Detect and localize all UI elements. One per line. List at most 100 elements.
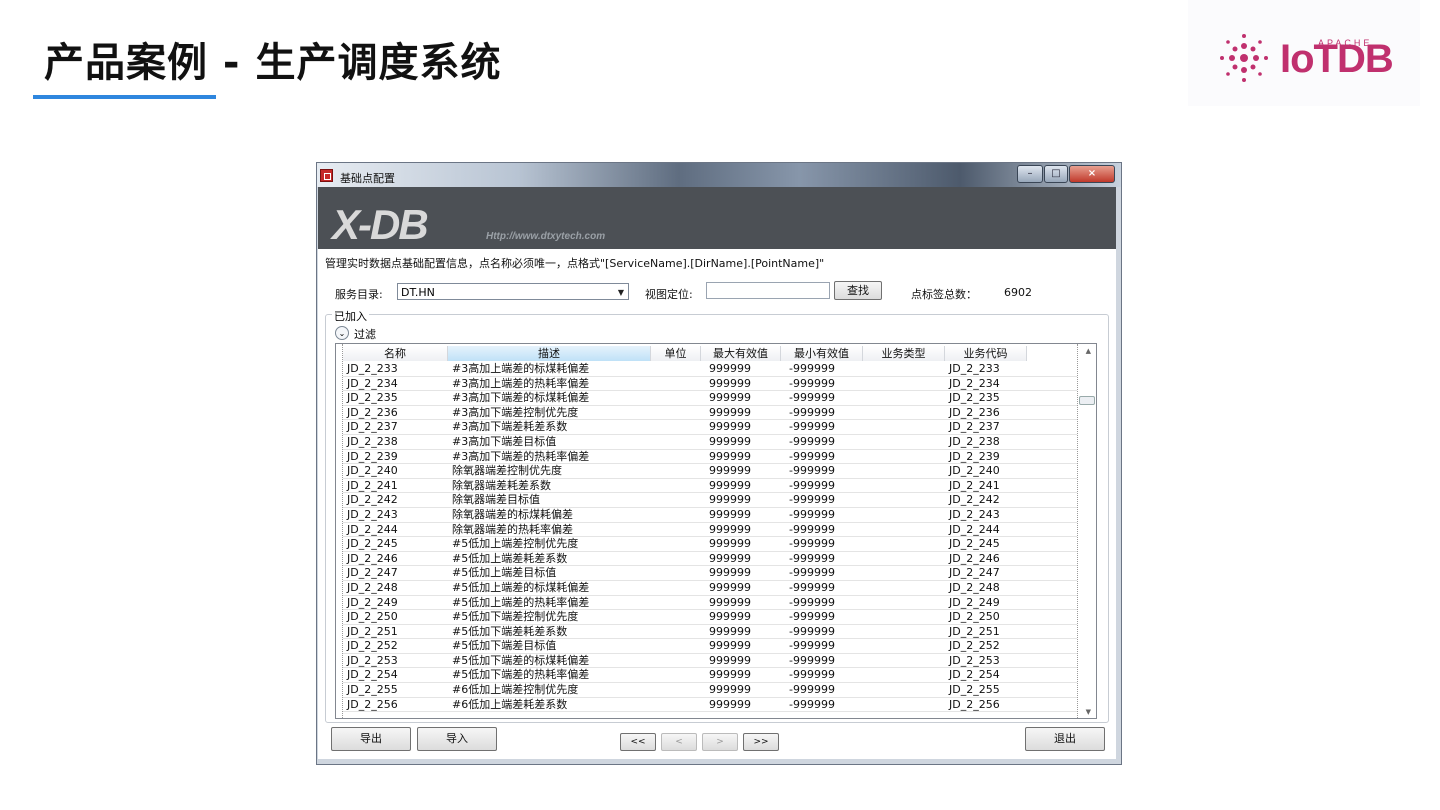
table-row[interactable]: JD_2_236 #3高加下端差控制优先度 999999 -999999 JD_2_23…: [343, 406, 1077, 421]
table-cell: [651, 377, 701, 391]
table-row[interactable]: JD_2_234 #3高加上端差的热耗率偏差 999999 -999999 JD_2_2…: [343, 377, 1077, 392]
prev-page-button[interactable]: <: [661, 733, 697, 751]
table-cell: 999999: [709, 478, 751, 492]
app-icon: [320, 169, 333, 182]
table-row[interactable]: JD_2_235 #3高加下端差的标煤耗偏差 999999 -999999 JD_2_2…: [343, 391, 1077, 406]
table-cell: [863, 683, 945, 697]
scroll-down-icon[interactable]: ▼: [1086, 708, 1091, 716]
table-cell: #3高加下端差控制优先度: [452, 405, 579, 419]
table-row[interactable]: JD_2_244 除氧器端差的热耗率偏差 999999 -999999 JD_2_244: [343, 523, 1077, 538]
window-titlebar[interactable]: 基础点配置 – □ ×: [317, 163, 1121, 187]
table-cell: JD_2_242: [949, 493, 1000, 507]
table-row[interactable]: JD_2_249 #5低加上端差的热耗率偏差 999999 -999999 JD_2_2…: [343, 596, 1077, 611]
column-header[interactable]: 最小有效值: [781, 346, 863, 361]
table-row[interactable]: JD_2_243 除氧器端差的标煤耗偏差 999999 -999999 JD_2_243: [343, 508, 1077, 523]
table-cell: JD_2_240: [347, 464, 398, 478]
column-header[interactable]: 单位: [651, 346, 701, 361]
xdb-banner: X-DB Http://www.dtxytech.com: [318, 187, 1116, 249]
table-cell: #5低加下端差目标值: [452, 639, 557, 653]
table-row[interactable]: JD_2_248 #5低加上端差的标煤耗偏差 999999 -999999 JD_2_2…: [343, 581, 1077, 596]
column-header[interactable]: 最大有效值: [701, 346, 781, 361]
table-cell: [863, 581, 945, 595]
table-cell: [863, 610, 945, 624]
table-cell: 999999: [709, 537, 751, 551]
table-cell: JD_2_246: [347, 551, 398, 565]
window-controls: – □ ×: [1016, 165, 1115, 183]
chevron-down-icon[interactable]: ▼: [618, 284, 624, 301]
import-button[interactable]: 导入: [417, 727, 497, 751]
table-row[interactable]: JD_2_252 #5低加下端差目标值 999999 -999999 JD_2_252: [343, 639, 1077, 654]
table-row[interactable]: JD_2_253 #5低加下端差的标煤耗偏差 999999 -999999 JD_2_2…: [343, 654, 1077, 669]
table-cell: -999999: [789, 566, 835, 580]
table-cell: JD_2_239: [347, 449, 398, 463]
table-cell: JD_2_252: [347, 639, 398, 653]
scroll-up-icon[interactable]: ▲: [1086, 347, 1091, 355]
table-row[interactable]: JD_2_238 #3高加下端差目标值 999999 -999999 JD_2_238: [343, 435, 1077, 450]
table-row[interactable]: JD_2_237 #3高加下端差耗差系数 999999 -999999 JD_2_237: [343, 420, 1077, 435]
table-cell: [863, 377, 945, 391]
table-row[interactable]: JD_2_251 #5低加下端差耗差系数 999999 -999999 JD_2_251: [343, 625, 1077, 640]
table-row[interactable]: JD_2_250 #5低加下端差控制优先度 999999 -999999 JD_2_25…: [343, 610, 1077, 625]
column-header[interactable]: 业务类型: [863, 346, 945, 361]
bottom-toolbar: 导出 导入 << < > >> 退出: [318, 725, 1116, 759]
table-cell: #5低加上端差的热耗率偏差: [452, 595, 590, 609]
table-cell: [863, 420, 945, 434]
table-cell: -999999: [789, 697, 835, 711]
last-page-button[interactable]: >>: [743, 733, 779, 751]
column-header[interactable]: 业务代码: [945, 346, 1027, 361]
table-cell: JD_2_244: [347, 522, 398, 536]
table-row[interactable]: JD_2_255 #6低加上端差控制优先度 999999 -999999 JD_2_25…: [343, 683, 1077, 698]
table-cell: JD_2_236: [347, 405, 398, 419]
table-cell: JD_2_251: [949, 624, 1000, 638]
table-cell: [651, 391, 701, 405]
chevron-down-icon[interactable]: ⌄: [335, 326, 349, 340]
table-cell: 除氧器端差的热耗率偏差: [452, 522, 573, 536]
table-cell: 999999: [709, 362, 751, 375]
find-button[interactable]: 查找: [834, 281, 882, 300]
vertical-scrollbar[interactable]: ▲ ▼: [1079, 344, 1096, 718]
column-header[interactable]: 名称: [343, 346, 448, 361]
next-page-button[interactable]: >: [702, 733, 738, 751]
table-cell: #5低加下端差的标煤耗偏差: [452, 653, 590, 667]
title-underline: [33, 95, 216, 99]
first-page-button[interactable]: <<: [620, 733, 656, 751]
table-row[interactable]: JD_2_245 #5低加上端差控制优先度 999999 -999999 JD_2_24…: [343, 537, 1077, 552]
service-dir-select[interactable]: DT.HN ▼: [397, 283, 629, 300]
table-row[interactable]: JD_2_241 除氧器端差耗差系数 999999 -999999 JD_2_241: [343, 479, 1077, 494]
info-text: 管理实时数据点基础配置信息，点名称必须唯一，点格式"[ServiceName].…: [325, 257, 825, 270]
table-cell: -999999: [789, 624, 835, 638]
column-header[interactable]: 描述: [448, 346, 651, 361]
minimize-button[interactable]: –: [1017, 165, 1043, 183]
export-button[interactable]: 导出: [331, 727, 411, 751]
table-cell: #5低加上端差耗差系数: [452, 551, 568, 565]
table-cell: JD_2_253: [949, 653, 1000, 667]
table-cell: #5低加上端差目标值: [452, 566, 557, 580]
table-row[interactable]: JD_2_242 除氧器端差目标值 999999 -999999 JD_2_242: [343, 493, 1077, 508]
table-row[interactable]: JD_2_247 #5低加上端差目标值 999999 -999999 JD_2_247: [343, 566, 1077, 581]
table-cell: JD_2_246: [949, 551, 1000, 565]
table-row[interactable]: JD_2_246 #5低加上端差耗差系数 999999 -999999 JD_2_246: [343, 552, 1077, 567]
table-cell: [651, 698, 701, 712]
table-cell: -999999: [789, 580, 835, 594]
scroll-thumb[interactable]: [1079, 396, 1095, 405]
table-row[interactable]: JD_2_254 #5低加下端差的热耗率偏差 999999 -999999 JD_2_2…: [343, 668, 1077, 684]
table-row[interactable]: JD_2_240 除氧器端差控制优先度 999999 -999999 JD_2_240: [343, 464, 1077, 479]
table-cell: -999999: [789, 639, 835, 653]
exit-button[interactable]: 退出: [1025, 727, 1105, 751]
table-row[interactable]: JD_2_239 #3高加下端差的热耗率偏差 999999 -999999 JD_2_2…: [343, 450, 1077, 465]
count-label: 点标签总数：: [911, 288, 977, 301]
table-cell: JD_2_253: [347, 653, 398, 667]
table-cell: JD_2_255: [949, 683, 1000, 697]
filter-toggle[interactable]: 过滤: [354, 326, 376, 342]
window-client: 管理实时数据点基础配置信息，点名称必须唯一，点格式"[ServiceName].…: [318, 249, 1116, 759]
banner-url: Http://www.dtxytech.com: [486, 231, 606, 242]
table-cell: JD_2_248: [949, 580, 1000, 594]
locate-input[interactable]: [706, 282, 830, 299]
table-row[interactable]: JD_2_256 #6低加上端差耗差系数 999999 -999999 JD_2_256: [343, 698, 1077, 713]
maximize-button[interactable]: □: [1044, 165, 1068, 183]
close-button[interactable]: ×: [1069, 165, 1115, 183]
table-cell: [863, 596, 945, 610]
table-cell: -999999: [789, 507, 835, 521]
table-row[interactable]: JD_2_233 #3高加上端差的标煤耗偏差 999999 -999999 JD_2_2…: [343, 362, 1077, 377]
table-cell: JD_2_254: [347, 668, 398, 682]
